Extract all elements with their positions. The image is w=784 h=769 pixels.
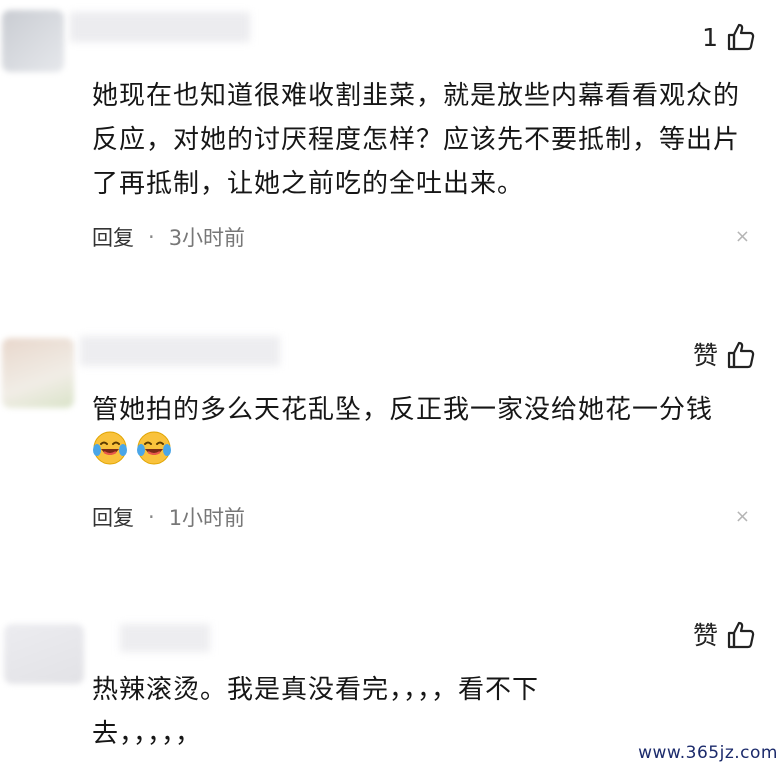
thumbs-up-icon [726,340,756,370]
thumbs-up-icon [726,22,756,52]
laughing-crying-emoji [92,430,128,466]
comment-text: 管她拍的多么天花乱坠，反正我一家没给她花一分钱 [92,395,714,425]
reply-button[interactable]: 回复 [92,222,134,252]
like-button[interactable]: 赞 [693,340,756,370]
comment-meta: 回复 · 3小时前 [92,222,245,252]
like-label: 赞 [692,340,718,370]
close-icon[interactable]: × [735,506,750,527]
comment-item: 赞 管她拍的多么天花乱坠，反正我一家没给她花一分钱 回复 · 1小时前 × [0,300,784,590]
comment-text: 她现在也知道很难收割韭菜，就是放些内幕看看观众的反应，对她的讨厌程度怎样？应该先… [92,81,741,199]
avatar[interactable] [2,10,64,72]
like-count: 1 [702,22,718,52]
comment-text: 热辣滚烫。我是真没看完，，，，看不下去，，，，， [92,675,540,749]
timestamp: 3小时前 [168,226,246,250]
separator: · [148,225,155,249]
reply-button[interactable]: 回复 [92,502,134,532]
username[interactable] [120,624,210,652]
like-button[interactable]: 赞 [693,620,756,650]
thumbs-up-icon [726,620,756,650]
laughing-crying-emoji [136,430,172,466]
timestamp: 1小时前 [168,506,246,530]
close-icon[interactable]: × [735,226,750,247]
username[interactable] [80,336,280,366]
like-button[interactable]: 1 [702,22,756,52]
comment-meta: 回复 · 1小时前 [92,502,245,532]
emoji-row [92,430,172,466]
watermark: www.365jz.com [638,743,778,763]
username[interactable] [70,12,250,42]
avatar[interactable] [4,624,84,684]
like-label: 赞 [692,620,718,650]
comment-item: 1 她现在也知道很难收割韭菜，就是放些内幕看看观众的反应，对她的讨厌程度怎样？应… [0,0,784,300]
separator: · [148,505,155,529]
avatar[interactable] [2,338,74,408]
